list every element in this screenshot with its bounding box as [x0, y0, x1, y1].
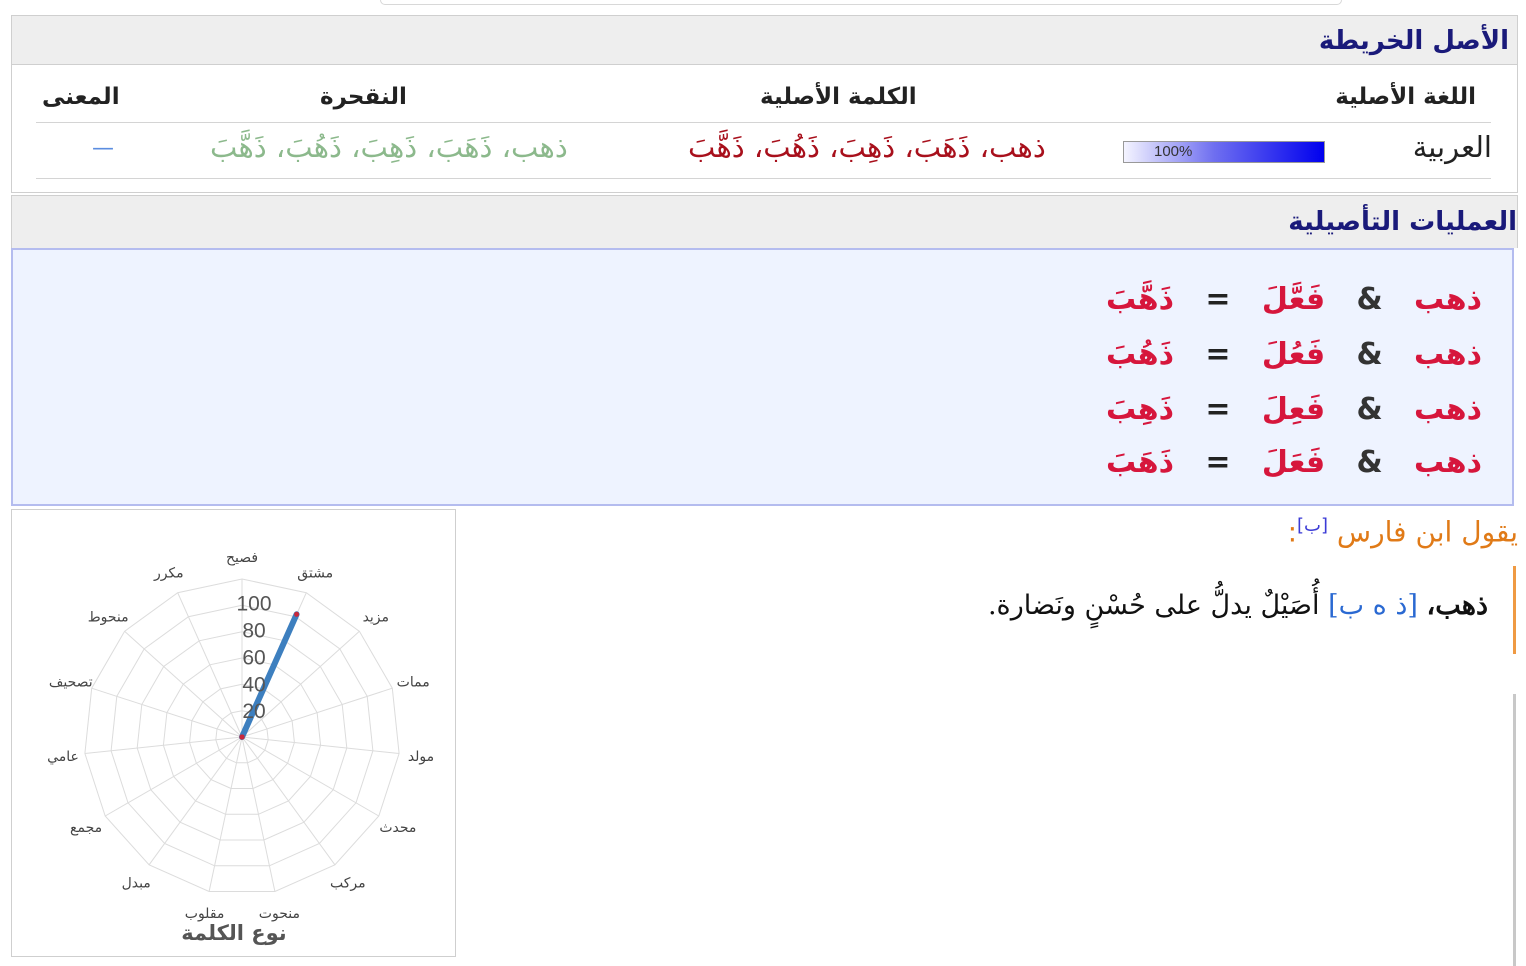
col-header-transliteration: النقحرة [320, 84, 407, 110]
quote-definition: ذهب، [ذ ه ب] أُصَيْلٌ يدلُّ على حُسْنٍ و… [988, 590, 1488, 621]
op-root: ذهب [1414, 337, 1482, 372]
radar-axis-line [124, 630, 243, 738]
ops-section-header-block: العمليات التأصيلية [11, 195, 1518, 248]
radar-axis-label: مجمع [70, 820, 102, 836]
origin-progress-label: 100% [1154, 143, 1193, 160]
top-search-strip [380, 0, 1342, 5]
quote-accent-bar [1513, 566, 1516, 654]
ops-section-title: العمليات التأصيلية [1288, 207, 1517, 237]
op-result: ذَهُبَ [1106, 337, 1174, 372]
op-pattern: فَعُلَ [1261, 337, 1326, 372]
op-amp: & [1356, 337, 1383, 372]
op-line: ذهب & فَعِلَ = ذَهِبَ [1106, 392, 1482, 427]
quote-speaker: يقول ابن فارس [1336, 515, 1518, 549]
op-amp: & [1356, 392, 1383, 427]
radar-axis-label: مكرر [153, 566, 184, 582]
cell-language: العربية [1412, 130, 1492, 164]
radar-data-point [239, 734, 245, 740]
op-amp: & [1356, 445, 1383, 480]
radar-axis-label: محدث [379, 820, 416, 836]
ops-box: ذهب & فَعَّلَ = ذَهَّبَ ذهب & فَعُلَ = ذ… [11, 248, 1514, 506]
radar-axis-label: مولد [408, 749, 434, 765]
radar-tick-label: 80 [242, 620, 265, 643]
op-line: ذهب & فَعَلَ = ذَهَبَ [1106, 445, 1482, 480]
radar-chart-title: نوع الكلمة [181, 921, 286, 945]
op-pattern: فَعِلَ [1261, 392, 1326, 427]
radar-axis-label: منحوت [259, 906, 300, 922]
radar-axis-label: مقلوب [185, 906, 225, 922]
radar-tick-label: 20 [242, 700, 265, 723]
op-eq: = [1205, 392, 1231, 427]
op-result: ذَهِبَ [1106, 392, 1174, 427]
radar-axis-label: فصيح [226, 550, 258, 566]
op-root: ذهب [1414, 445, 1482, 480]
radar-axis-label: ممات [397, 674, 430, 690]
quote-root-letters[interactable]: [ذ ه ب] [1328, 590, 1418, 621]
ops-section-header: العمليات التأصيلية [12, 196, 1517, 248]
cell-meaning[interactable]: — [92, 136, 114, 161]
radar-tick-label: 100 [236, 593, 271, 616]
radar-axis-label: تصحيف [49, 674, 93, 690]
radar-axis-line [91, 687, 243, 738]
cell-word[interactable]: ذهب، ذَهَبَ، ذَهِبَ، ذَهُبَ، ذَهَّبَ [688, 130, 1046, 164]
op-root: ذهب [1414, 282, 1482, 317]
op-eq: = [1205, 445, 1231, 480]
radar-data-point [294, 611, 300, 617]
radar-tick-label: 60 [242, 646, 265, 669]
origin-section-title: الأصل الخريطة [1318, 26, 1509, 56]
table-row-divider [36, 178, 1491, 179]
word-type-radar-chart: 100 80 60 40 20 فصيح مشتق مزيد ممات مولد محدث مركب م… [11, 509, 456, 957]
radar-axis-label: عامي [47, 749, 79, 765]
radar-axis-label: مشتق [297, 566, 333, 582]
col-header-meaning: المعنى [42, 84, 120, 110]
radar-axis-line [177, 592, 243, 738]
op-amp: & [1356, 282, 1383, 317]
op-result: ذَهَّبَ [1106, 282, 1174, 317]
radar-axis-label: مركب [330, 876, 366, 892]
origin-progress-bar: 100% [1123, 141, 1325, 163]
ibn-faris-quote-heading: يقول ابن فارس [ب]: [1288, 515, 1518, 548]
radar-chart-svg: 100 80 60 40 20 فصيح مشتق مزيد ممات مولد محدث مركب م… [47, 550, 434, 945]
op-pattern: فَعَّلَ [1261, 282, 1326, 317]
quote-ref-link[interactable]: [ب] [1297, 515, 1328, 536]
origin-section-header: الأصل الخريطة [12, 16, 1517, 65]
quote-headword: ذهب، [1426, 590, 1489, 621]
radar-axis-label: منحوط [88, 610, 129, 626]
op-line: ذهب & فَعُلَ = ذَهُبَ [1106, 337, 1482, 372]
radar-tick-label: 40 [242, 673, 265, 696]
op-pattern: فَعَلَ [1261, 445, 1326, 480]
op-eq: = [1205, 282, 1231, 317]
radar-axis-label: مزيد [363, 610, 389, 626]
op-line: ذهب & فَعَّلَ = ذَهَّبَ [1106, 282, 1482, 317]
radar-axis-label: مبدل [122, 876, 151, 892]
quote-colon: : [1287, 515, 1298, 549]
table-header-divider [36, 122, 1491, 123]
col-header-word: الكلمة الأصلية [760, 84, 917, 110]
quote-definition-text: أُصَيْلٌ يدلُّ على حُسْنٍ ونَضارة. [987, 590, 1320, 621]
op-result: ذَهَبَ [1106, 445, 1174, 480]
op-root: ذهب [1414, 392, 1482, 427]
col-header-language: اللغة الأصلية [1335, 84, 1476, 110]
cell-transliteration: ذهب، ذَهَبَ، ذَهِبَ، ذَهُبَ، ذَهَّبَ [210, 130, 568, 164]
right-scroll-edge [1513, 694, 1516, 966]
op-eq: = [1205, 337, 1231, 372]
